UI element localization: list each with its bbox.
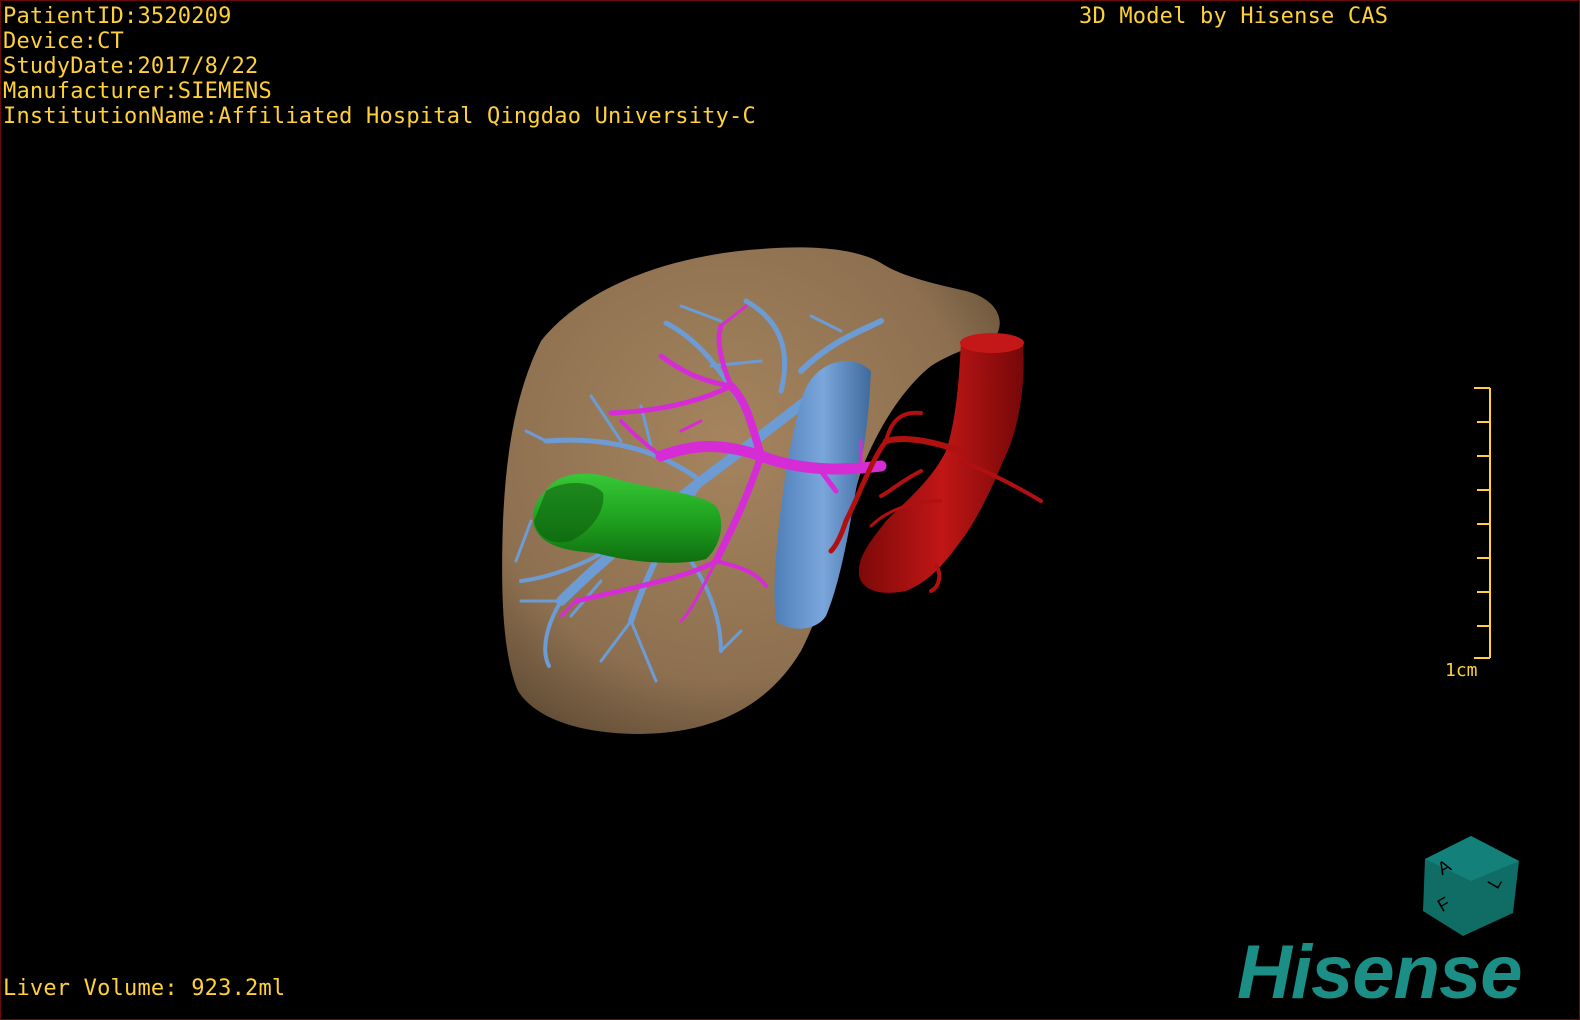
liver-3d-model[interactable]: A F L — [1, 1, 1579, 1019]
institution-name: InstitutionName:Affiliated Hospital Qing… — [3, 104, 756, 129]
3d-viewport[interactable]: A F L PatientID:3520209 Device:CT StudyD… — [0, 0, 1580, 1020]
scale-bar-label: 1cm — [1445, 660, 1478, 681]
manufacturer: Manufacturer:SIEMENS — [3, 79, 272, 104]
study-date: StudyDate:2017/8/22 — [3, 54, 259, 79]
patient-id: PatientID:3520209 — [3, 4, 232, 29]
liver-volume-readout: Liver Volume: 923.2ml — [3, 976, 286, 1001]
device-type: Device:CT — [3, 29, 125, 54]
scale-bar — [1474, 387, 1491, 659]
orientation-cube[interactable]: A F L — [1423, 836, 1519, 936]
hisense-logo: Hisense — [1237, 930, 1522, 1015]
model-credit: 3D Model by Hisense CAS — [1079, 4, 1389, 29]
patient-info-overlay: PatientID:3520209 Device:CT StudyDate:20… — [3, 4, 756, 129]
